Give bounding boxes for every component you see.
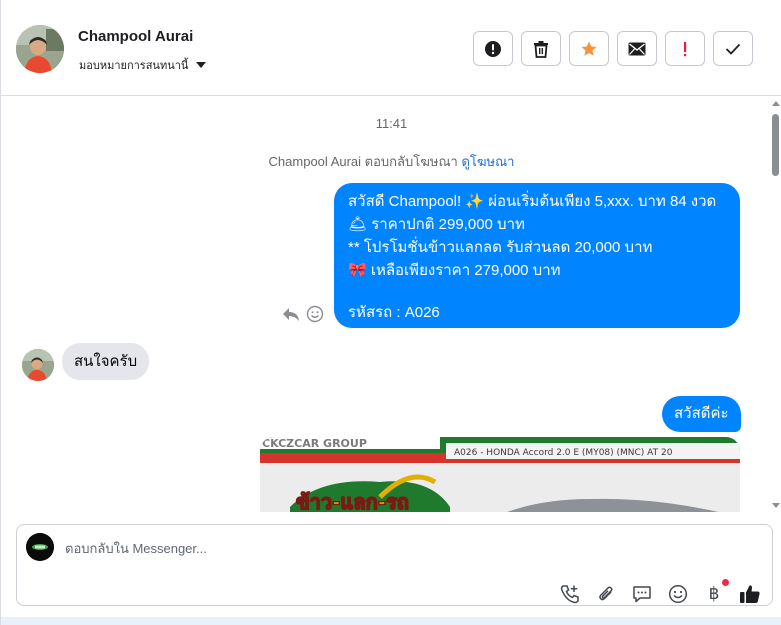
bottom-strip: [1, 617, 781, 625]
outgoing-promo-message[interactable]: สวัสดี Champool! ✨ ผ่อนเริ่มต้นเพียง 5,x…: [334, 183, 740, 328]
paperclip-icon: [599, 586, 613, 601]
promo-blank-line: [348, 282, 728, 301]
add-call-button[interactable]: [559, 583, 581, 605]
attach-file-button[interactable]: [595, 583, 617, 605]
star-icon: [581, 41, 597, 56]
image-attachment[interactable]: CKCZCAR GROUP A026 - HONDA Accord 2.0 E …: [260, 437, 740, 512]
reply-icon[interactable]: [282, 306, 300, 322]
exclamation-circle-icon: [485, 40, 501, 57]
view-ad-link[interactable]: ดูโฆษณา: [461, 154, 514, 169]
promo-line-1: สวัสดี Champool! ✨ ผ่อนเริ่มต้นเพียง 5,x…: [348, 193, 717, 210]
exclamation-icon: [684, 41, 687, 56]
emoji-icon: [668, 584, 688, 604]
thumbs-up-icon: [740, 585, 760, 603]
page-avatar: [26, 533, 54, 561]
ad-reply-notice: Champool Aurai ตอบกลับโฆษณา ดูโฆษณา: [1, 151, 781, 172]
payment-button[interactable]: ฿: [703, 579, 729, 605]
message-hover-tools: [282, 305, 324, 323]
star-button[interactable]: [569, 31, 609, 66]
delete-button[interactable]: [521, 31, 561, 66]
mark-unread-button[interactable]: [617, 31, 657, 66]
notification-dot: [722, 579, 729, 586]
header-actions: [473, 31, 753, 66]
image-caption-text: A026 - HONDA Accord 2.0 E (MY08) (MNC) A…: [454, 448, 673, 458]
composer-area: ฿: [1, 512, 781, 625]
envelope-icon: [628, 42, 646, 55]
emoji-button[interactable]: [667, 583, 689, 605]
message-timestamp: 11:41: [375, 116, 408, 131]
promo-line-4: 🎀 เหลือเพียงราคา 279,000 บาท: [348, 262, 561, 279]
image-headline-text: ข้าว-แลก-รถ: [296, 490, 409, 512]
image-brand-text: CKCZCAR GROUP: [262, 437, 367, 450]
promo-line-3: ** โปรโมชั่นข้าวแลกลด รับส่วนลด 20,000 บ…: [348, 239, 653, 256]
message-input[interactable]: [65, 538, 725, 558]
promo-line-2: 🛎 ราคาปกติ 299,000 บาท: [348, 216, 525, 233]
incoming-message[interactable]: สนใจครับ: [62, 343, 150, 380]
mark-done-button[interactable]: [713, 31, 753, 66]
trash-icon: [534, 40, 548, 58]
outgoing-greeting-message[interactable]: สวัสดีค่ะ: [662, 396, 741, 432]
saved-replies-button[interactable]: [631, 583, 653, 605]
assign-label: มอบหมายการสนทนานี้: [79, 60, 189, 72]
message-thread[interactable]: 11:41 Champool Aurai ตอบกลับโฆษณา ดูโฆษณ…: [1, 97, 781, 512]
saved-reply-icon: [633, 586, 651, 603]
report-spam-button[interactable]: [473, 31, 513, 66]
follow-up-button[interactable]: [665, 31, 705, 66]
caret-down-icon: [196, 62, 207, 68]
promo-line-5: รหัสรถ : A026: [348, 304, 440, 321]
scroll-down-arrow-icon[interactable]: [772, 503, 780, 508]
baht-payment-icon: ฿: [708, 584, 720, 604]
composer-tools: ฿: [559, 579, 761, 605]
ad-reply-text: Champool Aurai ตอบกลับโฆษณา: [268, 154, 458, 169]
contact-name[interactable]: Champool Aurai: [78, 28, 193, 45]
sender-avatar[interactable]: [22, 349, 54, 381]
messenger-inbox-window: Champool Aurai มอบหมายการสนทนานี้ 11:41 …: [0, 0, 781, 625]
scroll-up-arrow-icon[interactable]: [772, 101, 780, 106]
like-button[interactable]: [739, 583, 761, 605]
add-call-icon: [560, 585, 579, 604]
react-emoji-icon[interactable]: [306, 305, 324, 323]
message-composer: ฿: [16, 524, 773, 606]
conversation-header: Champool Aurai มอบหมายการสนทนานี้: [1, 0, 781, 96]
scrollbar-thumb[interactable]: [772, 114, 779, 176]
car-promo-image: CKCZCAR GROUP A026 - HONDA Accord 2.0 E …: [260, 437, 740, 512]
contact-avatar[interactable]: [16, 25, 64, 73]
checkmark-icon: [725, 43, 741, 55]
thread-scrollbar[interactable]: [769, 97, 781, 512]
assign-conversation-dropdown[interactable]: มอบหมายการสนทนานี้: [79, 56, 207, 74]
